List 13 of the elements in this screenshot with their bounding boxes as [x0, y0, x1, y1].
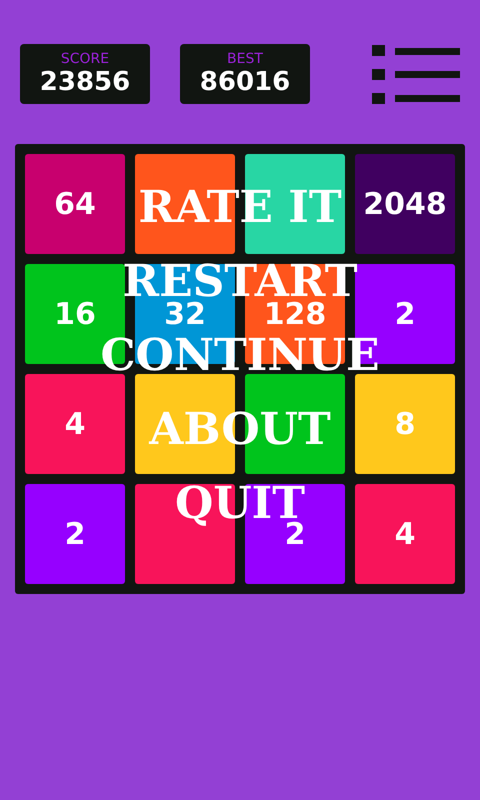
- best-value: 86016: [200, 67, 290, 97]
- menu-item[interactable]: RESTART: [122, 264, 358, 300]
- tile: 4: [355, 484, 455, 584]
- tile: 8: [355, 374, 455, 474]
- score-value: 23856: [40, 67, 130, 97]
- menu-item[interactable]: CONTINUE: [100, 338, 380, 374]
- tile: 2048: [355, 154, 455, 254]
- score-label: SCORE: [60, 51, 110, 67]
- tile: 64: [25, 154, 125, 254]
- tile: 4: [25, 374, 125, 474]
- best-label: BEST: [227, 51, 263, 67]
- tile: 2: [25, 484, 125, 584]
- menu-icon[interactable]: [372, 45, 460, 105]
